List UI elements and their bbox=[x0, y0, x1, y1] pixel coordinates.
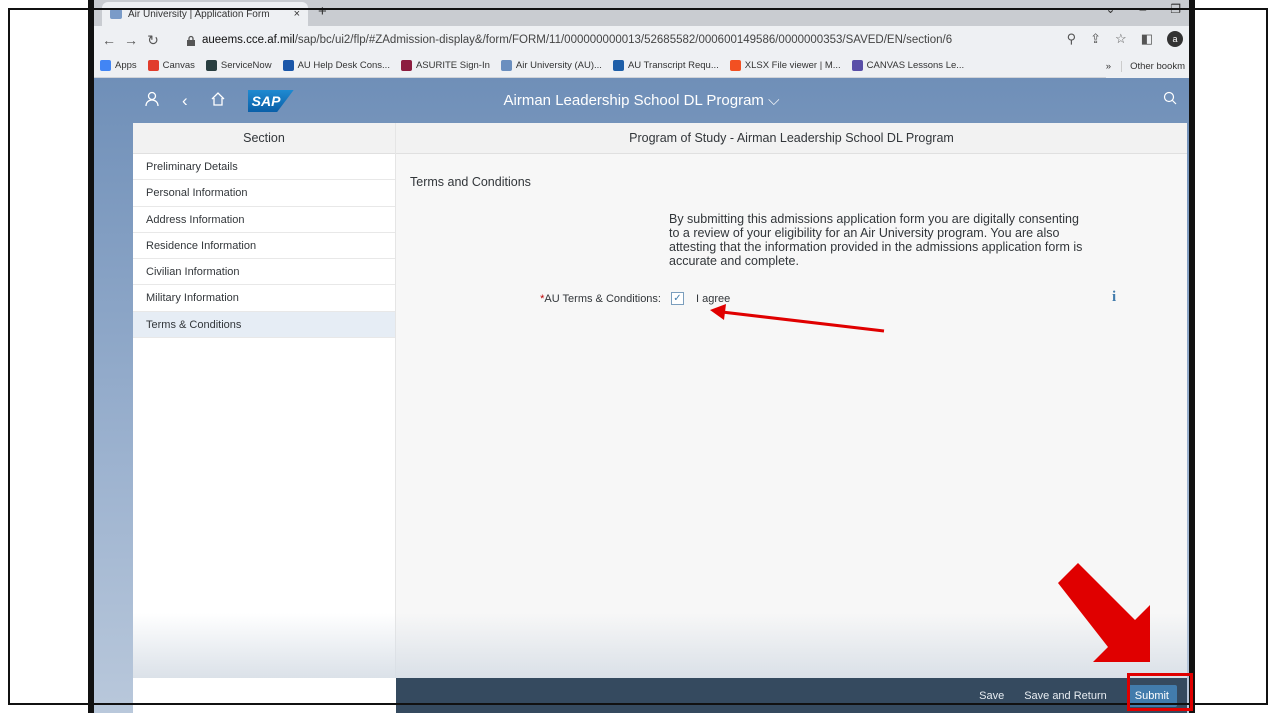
new-tab-button[interactable]: + bbox=[318, 3, 327, 20]
bookmark-item[interactable]: Canvas bbox=[147, 60, 195, 71]
bookmark-label: Air University (AU)... bbox=[515, 60, 602, 71]
bookmark-label: AU Transcript Requ... bbox=[627, 60, 719, 71]
bookmark-item[interactable]: ServiceNow bbox=[205, 60, 272, 71]
back-icon[interactable]: ← bbox=[98, 32, 120, 48]
consent-label-text: AU Terms & Conditions: bbox=[544, 293, 661, 305]
sidebar-item-preliminary-details[interactable]: Preliminary Details bbox=[133, 154, 395, 181]
bookmark-label: CANVAS Lessons Le... bbox=[866, 60, 965, 71]
bookmark-favicon-icon bbox=[729, 60, 741, 71]
sidebar-item-residence-information[interactable]: Residence Information bbox=[133, 233, 395, 260]
bookmark-item[interactable]: AU Help Desk Cons... bbox=[282, 60, 390, 71]
sidebar-item-terms-conditions[interactable]: Terms & Conditions bbox=[133, 311, 395, 339]
url-path: /sap/bc/ui2/flp/#ZAdmission-display&/for… bbox=[294, 34, 953, 46]
tab-title: Air University | Application Form bbox=[128, 8, 270, 20]
consent-checkbox[interactable]: ✓ bbox=[671, 292, 684, 305]
bookmark-favicon-icon bbox=[100, 60, 111, 71]
other-bookmarks-folder[interactable]: Other bookm bbox=[1121, 60, 1185, 72]
bookmark-favicon-icon bbox=[400, 60, 412, 71]
bookmark-item[interactable]: XLSX File viewer | M... bbox=[729, 60, 841, 71]
form-footer: Save Save and Return Submit bbox=[396, 678, 1187, 713]
form-panel: Section Preliminary Details Personal Inf… bbox=[133, 123, 1187, 713]
chevron-down-icon: ⌵ bbox=[768, 92, 780, 109]
restore-icon[interactable]: ❐ bbox=[1170, 2, 1181, 16]
bookmark-item[interactable]: CANVAS Lessons Le... bbox=[851, 60, 965, 71]
bookmark-label: Apps bbox=[115, 60, 137, 71]
address-bar: ← → ↻ aueems.cce.af.mil/sap/bc/ui2/flp/#… bbox=[94, 26, 1189, 54]
browser-window: Air University | Application Form × + ⌄ … bbox=[94, 0, 1189, 713]
forward-icon[interactable]: → bbox=[120, 32, 142, 48]
bookmark-favicon-icon bbox=[147, 60, 159, 71]
bookmark-label: ServiceNow bbox=[220, 60, 272, 71]
minimize-icon[interactable]: – bbox=[1140, 2, 1147, 16]
share-icon[interactable]: ⇪ bbox=[1090, 31, 1101, 47]
sidebar-item-civilian-information[interactable]: Civilian Information bbox=[133, 259, 395, 286]
left-frame-border bbox=[88, 0, 94, 713]
profile-avatar[interactable]: a bbox=[1167, 31, 1183, 47]
bookmarks-bar: Apps Canvas ServiceNow AU Help Desk Cons...… bbox=[94, 54, 1189, 78]
consent-value[interactable]: I agree bbox=[696, 293, 730, 305]
right-frame-border bbox=[1189, 0, 1195, 713]
bookmark-label: ASURITE Sign-In bbox=[415, 60, 490, 71]
sap-shell: ‹ SAP Airman Leadership School DL Progra… bbox=[94, 78, 1189, 713]
bottom-fade bbox=[133, 613, 1187, 678]
url-field[interactable]: aueems.cce.af.mil/sap/bc/ui2/flp/#ZAdmis… bbox=[186, 29, 1106, 51]
address-bar-actions: ⚲ ⇪ ☆ ◧ a bbox=[1067, 31, 1183, 47]
window-controls: ⌄ – ❐ bbox=[1105, 2, 1181, 16]
screenshot-frame: Air University | Application Form × + ⌄ … bbox=[0, 0, 1276, 713]
browser-tab[interactable]: Air University | Application Form × bbox=[102, 2, 308, 26]
sidebar-item-military-information[interactable]: Military Information bbox=[133, 285, 395, 312]
consent-label: *AU Terms & Conditions: bbox=[511, 293, 661, 305]
location-icon[interactable]: ⚲ bbox=[1067, 31, 1077, 47]
reload-icon[interactable]: ↻ bbox=[142, 32, 164, 49]
sidebar-item-personal-information[interactable]: Personal Information bbox=[133, 180, 395, 207]
bookmark-label: AU Help Desk Cons... bbox=[297, 60, 390, 71]
bookmark-favicon-icon bbox=[282, 60, 294, 71]
search-icon[interactable] bbox=[1163, 91, 1177, 108]
bookmark-favicon-icon bbox=[500, 60, 512, 71]
bookmark-favicon-icon bbox=[851, 60, 863, 71]
tab-close-icon[interactable]: × bbox=[294, 8, 300, 20]
tab-strip: Air University | Application Form × + ⌄ … bbox=[94, 0, 1189, 26]
bookmark-favicon-icon bbox=[205, 60, 217, 71]
tab-favicon-icon bbox=[110, 9, 122, 19]
save-button[interactable]: Save bbox=[979, 690, 1004, 702]
app-title-text: Airman Leadership School DL Program bbox=[503, 92, 764, 109]
bookmark-item[interactable]: Apps bbox=[100, 60, 137, 71]
info-icon[interactable]: i bbox=[1112, 289, 1116, 306]
submit-button[interactable]: Submit bbox=[1126, 684, 1177, 707]
save-and-return-button[interactable]: Save and Return bbox=[1024, 690, 1107, 702]
bookmark-star-icon[interactable]: ☆ bbox=[1115, 31, 1127, 47]
bookmark-item[interactable]: Air University (AU)... bbox=[500, 60, 602, 71]
bookmark-label: XLSX File viewer | M... bbox=[744, 60, 841, 71]
section-title: Terms and Conditions bbox=[410, 175, 531, 189]
tab-search-icon[interactable]: ⌄ bbox=[1105, 2, 1115, 16]
sidebar-item-address-information[interactable]: Address Information bbox=[133, 207, 395, 233]
shell-bar: ‹ SAP Airman Leadership School DL Progra… bbox=[94, 78, 1189, 122]
side-panel-icon[interactable]: ◧ bbox=[1141, 31, 1153, 47]
app-title[interactable]: Airman Leadership School DL Program ⌵ bbox=[94, 92, 1189, 109]
url-host: aueems.cce.af.mil bbox=[202, 34, 295, 46]
bookmark-item[interactable]: AU Transcript Requ... bbox=[612, 60, 719, 71]
bookmark-item[interactable]: ASURITE Sign-In bbox=[400, 60, 490, 71]
section-sidebar: Section Preliminary Details Personal Inf… bbox=[133, 123, 396, 678]
bookmark-label: Canvas bbox=[162, 60, 195, 71]
terms-text: By submitting this admissions applicatio… bbox=[669, 212, 1083, 268]
bookmarks-right: » Other bookm bbox=[1105, 54, 1189, 78]
main-content: Program of Study - Airman Leadership Sch… bbox=[396, 123, 1187, 678]
bookmarks-overflow-icon[interactable]: » bbox=[1106, 61, 1111, 72]
lock-icon bbox=[186, 35, 196, 46]
sidebar-header: Section bbox=[133, 123, 395, 154]
bookmark-favicon-icon bbox=[612, 60, 624, 71]
main-header: Program of Study - Airman Leadership Sch… bbox=[396, 123, 1187, 154]
